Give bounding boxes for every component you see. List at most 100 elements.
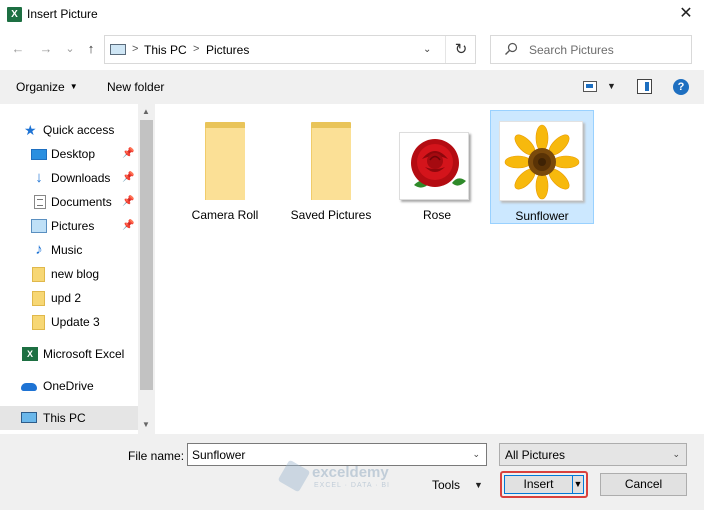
folder-icon <box>32 315 45 330</box>
sidebar-item-label: This PC <box>43 411 86 425</box>
sunflower-thumbnail <box>499 121 583 201</box>
file-name-label: Sunflower <box>515 209 569 223</box>
pc-icon <box>21 412 37 423</box>
sidebar-item-label: Quick access <box>43 123 115 137</box>
sidebar-item-label: Microsoft Excel <box>43 347 125 361</box>
sidebar-item-label: Downloads <box>51 171 111 185</box>
sidebar-item-onedrive[interactable]: OneDrive <box>0 374 138 398</box>
search-box[interactable] <box>490 35 692 64</box>
organize-label: Organize <box>16 80 65 94</box>
sidebar-item-label: upd 2 <box>51 291 82 305</box>
music-icon: ♪ <box>35 241 43 258</box>
watermark-tagline: EXCEL · DATA · BI <box>314 482 390 489</box>
excel-app-icon: X <box>7 7 22 22</box>
preview-pane-icon[interactable] <box>637 79 652 94</box>
rose-thumbnail <box>399 132 469 200</box>
scroll-down-icon[interactable]: ▼ <box>142 420 150 429</box>
address-bar[interactable]: > This PC > Pictures ⌄ ↻ <box>104 35 476 64</box>
chevron-down-icon: ▼ <box>69 82 78 91</box>
document-icon <box>34 195 46 209</box>
insert-highlight: Insert ▼ <box>500 471 588 498</box>
sidebar-item-update-3[interactable]: Update 3 <box>0 310 138 334</box>
chevron-down-icon: ⌄ <box>672 449 680 459</box>
sidebar-item-label: Pictures <box>51 219 95 233</box>
up-folder-button[interactable]: ↑ <box>83 41 99 57</box>
file-name-label: File name: <box>128 449 185 463</box>
pin-icon: 📌 <box>122 220 135 231</box>
sidebar-item-music[interactable]: ♪ Music <box>0 238 138 262</box>
this-pc-icon <box>110 44 126 55</box>
search-input[interactable] <box>529 36 684 63</box>
file-item-sunflower[interactable]: Sunflower <box>490 110 594 224</box>
folder-icon <box>205 122 245 200</box>
navigation-bar: ← → ⌄ ↑ > This PC > Pictures ⌄ ↻ <box>0 30 704 70</box>
scrollbar-thumb[interactable] <box>140 120 153 390</box>
sidebar-item-this-pc[interactable]: This PC <box>0 406 138 430</box>
sidebar-scrollbar[interactable]: ▲ ▼ <box>138 104 155 434</box>
desktop-icon <box>31 149 47 160</box>
sidebar-item-downloads[interactable]: ↓ Downloads 📌 <box>0 166 138 190</box>
title-bar: X Insert Picture ✕ <box>0 0 704 30</box>
address-dropdown-icon[interactable]: ⌄ <box>423 44 431 55</box>
pin-icon: 📌 <box>122 148 135 159</box>
breadcrumb-this-pc[interactable]: This PC <box>144 43 187 57</box>
forward-button[interactable]: → <box>38 41 54 57</box>
recent-locations-button[interactable]: ⌄ <box>62 41 78 57</box>
pin-icon: 📌 <box>122 196 135 207</box>
sidebar-item-label: new blog <box>51 267 100 281</box>
sidebar-item-quick-access[interactable]: ★ Quick access <box>0 118 138 142</box>
sidebar-item-label: Music <box>51 243 83 257</box>
excel-icon: X <box>22 347 38 361</box>
star-icon: ★ <box>24 122 37 138</box>
refresh-button[interactable]: ↻ <box>445 36 476 63</box>
file-item-rose[interactable]: Rose <box>385 110 489 224</box>
sidebar-item-label: Desktop <box>51 147 96 161</box>
folder-icon <box>311 122 351 200</box>
file-name-label: Saved Pictures <box>290 208 372 222</box>
file-list: Camera Roll Saved Pictures Rose Sunflowe… <box>155 104 704 434</box>
file-name-label: Camera Roll <box>191 208 259 222</box>
sidebar-item-pictures[interactable]: Pictures 📌 <box>0 214 138 238</box>
breadcrumb-separator: > <box>132 43 139 55</box>
cancel-button[interactable]: Cancel <box>600 473 687 496</box>
search-icon <box>505 42 518 55</box>
view-options-chevron-icon[interactable]: ▼ <box>607 81 616 91</box>
file-name-combobox[interactable]: ⌄ <box>187 443 487 466</box>
tools-menu[interactable]: Tools <box>432 478 460 492</box>
change-view-icon[interactable] <box>583 81 597 92</box>
command-toolbar: Organize ▼ New folder ▼ ? <box>0 70 704 104</box>
sidebar-item-new-blog[interactable]: new blog <box>0 262 138 286</box>
navigation-pane: ★ Quick access Desktop 📌 ↓ Downloads 📌 D… <box>0 104 155 434</box>
back-button[interactable]: ← <box>10 41 26 57</box>
sidebar-item-desktop[interactable]: Desktop 📌 <box>0 142 138 166</box>
file-item-camera-roll[interactable]: Camera Roll <box>173 110 277 224</box>
insert-button[interactable]: Insert <box>504 475 572 494</box>
insert-options-chevron-icon[interactable]: ▼ <box>572 475 584 494</box>
file-type-value: All Pictures <box>505 448 566 462</box>
new-folder-button[interactable]: New folder <box>107 80 164 94</box>
pin-icon: 📌 <box>122 172 135 183</box>
folder-icon <box>32 267 45 282</box>
file-name-input[interactable] <box>188 444 464 465</box>
sidebar-item-label: Update 3 <box>51 315 100 329</box>
file-type-select[interactable]: All Pictures ⌄ <box>499 443 687 466</box>
sidebar-item-label: OneDrive <box>43 379 94 393</box>
chevron-down-icon[interactable]: ⌄ <box>472 449 480 460</box>
help-icon[interactable]: ? <box>673 79 689 95</box>
breadcrumb-pictures[interactable]: Pictures <box>206 43 249 57</box>
sidebar-item-microsoft-excel[interactable]: X Microsoft Excel <box>0 342 138 366</box>
window-title: Insert Picture <box>27 7 98 21</box>
sidebar-item-label: Documents <box>51 195 112 209</box>
file-item-saved-pictures[interactable]: Saved Pictures <box>279 110 383 224</box>
dialog-footer: File name: ⌄ All Pictures ⌄ exceldemy EX… <box>0 434 704 510</box>
sidebar-item-upd-2[interactable]: upd 2 <box>0 286 138 310</box>
scroll-up-icon[interactable]: ▲ <box>142 107 150 116</box>
close-button[interactable]: ✕ <box>678 5 694 23</box>
folder-icon <box>32 291 45 306</box>
onedrive-icon <box>21 383 37 391</box>
tools-chevron-icon[interactable]: ▼ <box>474 480 483 490</box>
breadcrumb-separator: > <box>193 43 200 55</box>
sidebar-item-documents[interactable]: Documents 📌 <box>0 190 138 214</box>
file-name-label: Rose <box>422 208 451 222</box>
organize-menu[interactable]: Organize ▼ <box>16 80 78 94</box>
